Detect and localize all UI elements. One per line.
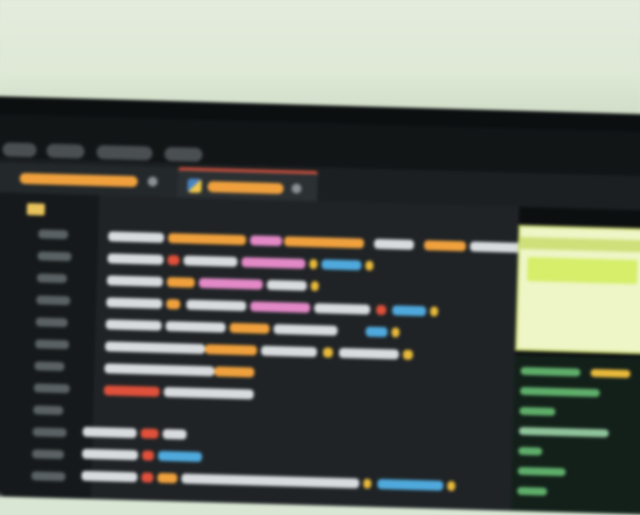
menu-item-2[interactable] [46, 144, 84, 159]
sidebar-item[interactable] [38, 229, 68, 239]
menu-item-4[interactable] [164, 147, 202, 162]
highlighted-panel[interactable] [515, 225, 640, 355]
menu-item-1[interactable] [2, 142, 36, 157]
sidebar-item[interactable] [36, 317, 68, 327]
sidebar-item[interactable] [36, 295, 70, 305]
sidebar-item[interactable] [0, 492, 3, 502]
sidebar-item[interactable] [34, 361, 64, 371]
close-icon[interactable] [291, 183, 301, 193]
file-explorer-sidebar [0, 192, 99, 515]
folder-icon[interactable] [27, 203, 45, 215]
monitor-screen [0, 96, 640, 515]
tab-label [207, 181, 283, 194]
tab-label [20, 173, 138, 187]
tab-file-1[interactable] [0, 162, 178, 197]
sidebar-item[interactable] [37, 251, 71, 261]
sidebar-item[interactable] [35, 339, 69, 349]
sidebar-item[interactable] [32, 449, 64, 459]
sidebar-item[interactable] [33, 405, 63, 415]
python-file-icon [187, 179, 201, 193]
selected-text[interactable] [527, 257, 638, 284]
sidebar-item[interactable] [33, 427, 67, 437]
code-editor[interactable] [90, 195, 519, 514]
output-panel[interactable] [511, 355, 640, 515]
sidebar-item[interactable] [34, 383, 70, 393]
close-icon[interactable] [148, 176, 158, 186]
menu-item-3[interactable] [96, 145, 152, 161]
panel-header [520, 237, 640, 253]
sidebar-item[interactable] [37, 273, 67, 283]
